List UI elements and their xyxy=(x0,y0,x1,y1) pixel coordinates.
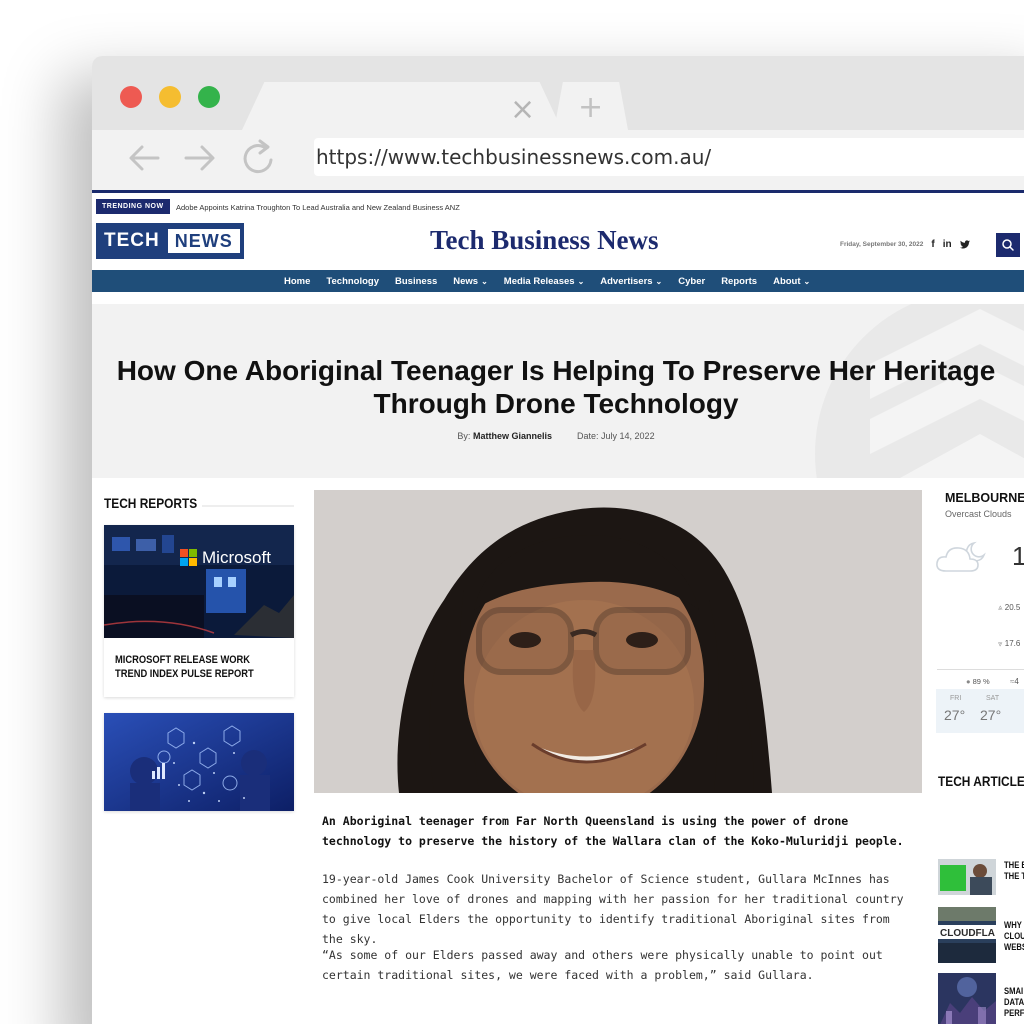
tech-article-thumb[interactable] xyxy=(938,859,996,895)
report-card-2[interactable] xyxy=(104,713,294,811)
linkedin-icon[interactable]: in xyxy=(943,239,952,250)
search-button[interactable] xyxy=(996,233,1020,257)
article-paragraph: 19-year-old James Cook University Bachel… xyxy=(322,872,904,946)
twitter-icon[interactable] xyxy=(959,240,970,249)
header-date: Friday, September 30, 2022 xyxy=(840,241,924,248)
date-label: Date: xyxy=(577,431,599,441)
nav-item-home[interactable]: Home xyxy=(284,276,310,287)
search-icon xyxy=(1002,239,1014,251)
tab-bar: × + xyxy=(92,56,1024,130)
weather-humidity: ● 89 % xyxy=(966,677,990,686)
tech-articles-heading: TECH ARTICLES xyxy=(938,773,1024,789)
article-paragraph: “As some of our Elders passed away and o… xyxy=(322,948,883,982)
humidity-drop-icon: ● xyxy=(966,677,973,686)
nav-item-media-releases[interactable]: Media Releases ⌄ xyxy=(504,276,584,287)
tech-article-title[interactable]: SMAI DATA PERF xyxy=(1004,986,1024,1019)
chevron-down-icon: ⌄ xyxy=(577,276,585,286)
chevron-down-icon: ⌄ xyxy=(803,276,811,286)
heading-divider xyxy=(202,505,294,507)
chevron-down-icon: ⌄ xyxy=(655,276,663,286)
reload-icon[interactable] xyxy=(240,138,278,178)
cloudflare-logo-text: CLOUDFLA xyxy=(940,928,995,939)
forecast-day: FRI xyxy=(950,695,962,702)
cloudy-night-icon xyxy=(936,541,986,572)
weather-divider xyxy=(937,669,1024,670)
report-card-2-image[interactable] xyxy=(104,713,294,811)
forecast-temp: 27° xyxy=(944,707,966,723)
logo-tech-text: TECH xyxy=(104,230,160,251)
browser-window: × + https://www.techbusinessnews.com.au/… xyxy=(92,56,1024,1024)
article-byline: By: Matthew Giannelis Date: July 14, 202… xyxy=(92,431,1020,441)
tab-close-icon[interactable]: × xyxy=(510,92,535,127)
header-meta: Friday, September 30, 2022 f in xyxy=(840,239,970,250)
weather-wind: ≈4 xyxy=(1010,677,1019,686)
article-hero: How One Aboriginal Teenager Is Helping T… xyxy=(92,304,1024,478)
nav-list: Home Technology Business News ⌄ Media Release… xyxy=(284,270,810,292)
nav-item-reports[interactable]: Reports xyxy=(721,276,757,287)
trending-badge: TRENDING NOW xyxy=(96,199,170,214)
article-headline: How One Aboriginal Teenager Is Helping T… xyxy=(116,355,996,419)
report-card-title[interactable]: MICROSOFT RELEASE WORK TREND INDEX PULSE… xyxy=(115,653,260,681)
trending-headline[interactable]: Adobe Appoints Katrina Troughton To Lead… xyxy=(176,203,460,212)
report-card-image[interactable]: Microsoft xyxy=(104,525,294,638)
logo-news-text: NEWS xyxy=(167,229,240,253)
address-bar[interactable]: https://www.techbusinessnews.com.au/ xyxy=(314,138,1024,176)
high-temp-icon: ⩓ xyxy=(998,603,1005,612)
low-temp-icon: ⩔ xyxy=(998,639,1005,648)
nav-item-technology[interactable]: Technology xyxy=(326,276,379,287)
nav-item-cyber[interactable]: Cyber xyxy=(678,276,705,287)
weather-low: ⩔ 17.6 xyxy=(998,639,1021,648)
weather-description: Overcast Clouds xyxy=(945,509,1012,519)
tech-article-thumb[interactable] xyxy=(938,973,996,1024)
tech-reports-heading: TECH REPORTS xyxy=(104,495,198,511)
article-lead: An Aboriginal teenager from Far North Qu… xyxy=(322,814,904,848)
facebook-icon[interactable]: f xyxy=(931,239,934,250)
site-logo[interactable]: TECH NEWS xyxy=(96,223,244,259)
microsoft-logo-text: Microsoft xyxy=(202,548,271,567)
back-arrow-icon[interactable] xyxy=(126,138,164,178)
forecast-day: SAT xyxy=(986,695,1000,702)
close-window-button[interactable] xyxy=(120,86,142,108)
nav-item-news[interactable]: News ⌄ xyxy=(453,276,488,287)
forward-arrow-icon[interactable] xyxy=(180,138,218,178)
by-label: By: xyxy=(457,431,471,441)
article-photo xyxy=(314,490,922,793)
weather-temperature: 1 xyxy=(1012,541,1024,571)
report-card[interactable]: Microsoft MICROSOFT RELEASE WORK TREND I… xyxy=(104,525,294,697)
weather-high: ⩓ 20.5 xyxy=(998,603,1021,612)
nav-item-business[interactable]: Business xyxy=(395,276,437,287)
forecast-temp: 27° xyxy=(980,707,1002,723)
tech-article-title[interactable]: WHY CLOU WEBS xyxy=(1004,920,1024,953)
weather-city: MELBOURNE xyxy=(945,491,1024,505)
plus-icon[interactable]: + xyxy=(578,90,603,125)
website: TRENDING NOW Adobe Appoints Katrina Trou… xyxy=(92,190,1024,1024)
author-link[interactable]: Matthew Giannelis xyxy=(473,431,552,441)
site-title[interactable]: Tech Business News xyxy=(430,225,659,256)
maximize-window-button[interactable] xyxy=(198,86,220,108)
nav-item-advertisers[interactable]: Advertisers ⌄ xyxy=(600,276,662,287)
nav-item-about[interactable]: About ⌄ xyxy=(773,276,810,287)
article-date: July 14, 2022 xyxy=(601,431,655,441)
weather-forecast: FRI 27° SAT 27° xyxy=(936,689,1024,733)
tech-article-thumb[interactable]: CLOUDFLA xyxy=(938,907,996,963)
tech-article-title[interactable]: THE B THE T xyxy=(1004,860,1024,882)
minimize-window-button[interactable] xyxy=(159,86,181,108)
main-nav: Home Technology Business News ⌄ Media Release… xyxy=(92,270,1024,292)
browser-toolbar: https://www.techbusinessnews.com.au/ xyxy=(92,130,1024,190)
chevron-down-icon: ⌄ xyxy=(481,276,488,286)
